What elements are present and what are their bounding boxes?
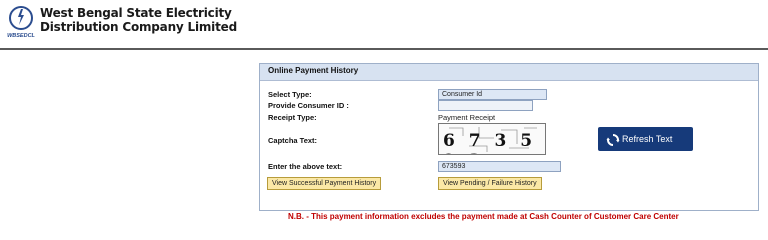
site-header: WBSEDCL West Bengal State Electricity Di…	[0, 0, 768, 48]
select-type-label: Select Type:	[268, 90, 312, 99]
view-pending-history-button[interactable]: View Pending / Failure History	[438, 177, 542, 190]
captcha-label: Captcha Text:	[268, 136, 318, 145]
wbsedcl-logo: WBSEDCL	[6, 4, 36, 40]
select-type-field[interactable]: Consumer Id	[438, 89, 547, 100]
payment-note: N.B. - This payment information excludes…	[288, 212, 679, 221]
consumer-id-label: Provide Consumer ID :	[268, 101, 349, 110]
refresh-label: Refresh Text	[622, 134, 673, 144]
payment-history-panel: Online Payment History Select Type: Cons…	[259, 63, 759, 211]
panel-header: Online Payment History	[260, 64, 758, 81]
enter-text-label: Enter the above text:	[268, 162, 343, 171]
brand-name: West Bengal State Electricity Distributi…	[40, 6, 237, 34]
panel-title: Online Payment History	[268, 66, 359, 75]
captcha-image: 6 7 3 5 9 3	[438, 123, 546, 155]
receipt-type-label: Receipt Type:	[268, 113, 317, 122]
view-successful-history-button[interactable]: View Successful Payment History	[267, 177, 382, 190]
consumer-id-input[interactable]	[438, 100, 533, 111]
captcha-text: 6 7 3 5 9 3	[443, 131, 537, 154]
receipt-type-value: Payment Receipt	[438, 113, 496, 122]
refresh-text-button[interactable]: Refresh Text	[598, 127, 693, 151]
logo-caption: WBSEDCL	[7, 33, 35, 39]
header-divider	[0, 48, 768, 50]
brand-line-2: Distribution Company Limited	[40, 20, 237, 34]
brand-line-1: West Bengal State Electricity	[40, 6, 232, 20]
captcha-input[interactable]: 673593	[438, 161, 561, 172]
refresh-icon	[606, 134, 620, 146]
